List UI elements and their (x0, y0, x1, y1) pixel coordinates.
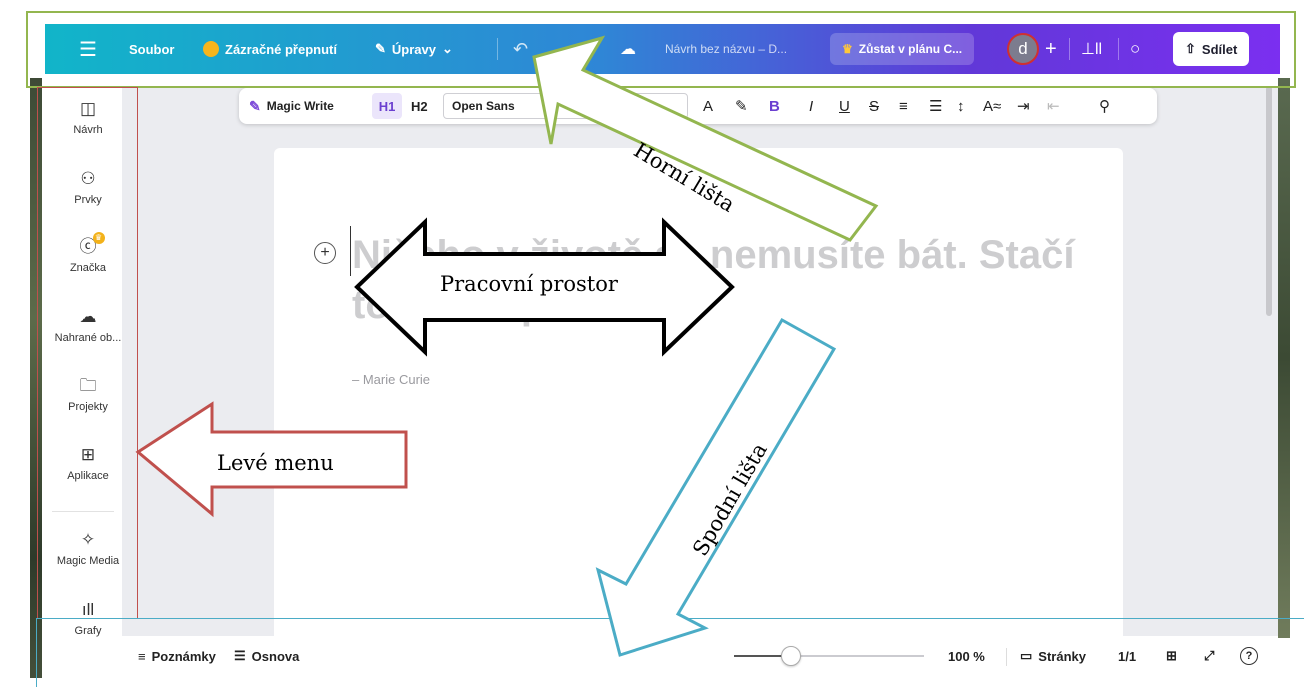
annotation-arrows (135, 35, 879, 657)
annotation-bottom-arrow (595, 317, 837, 657)
screenshot-stage: ☰ Soubor Zázračné přepnutí ✎ Úpravy ⌄ ↶ ☁ … (0, 0, 1304, 687)
annotation-left-label: Levé menu (217, 451, 334, 475)
annotation-top-arrow (532, 35, 879, 242)
annotation-workspace-label: Pracovní prostor (440, 272, 618, 296)
